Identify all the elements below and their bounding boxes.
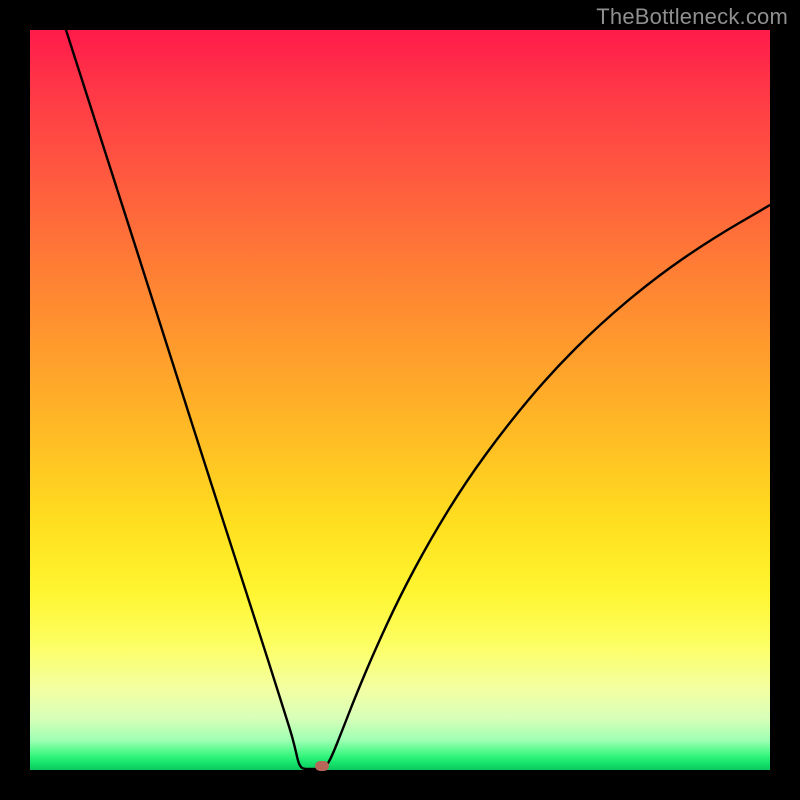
plot-area	[30, 30, 770, 770]
chart-frame: TheBottleneck.com	[0, 0, 800, 800]
bottleneck-curve	[30, 30, 770, 770]
minimum-marker	[315, 761, 329, 771]
watermark-text: TheBottleneck.com	[596, 4, 788, 30]
